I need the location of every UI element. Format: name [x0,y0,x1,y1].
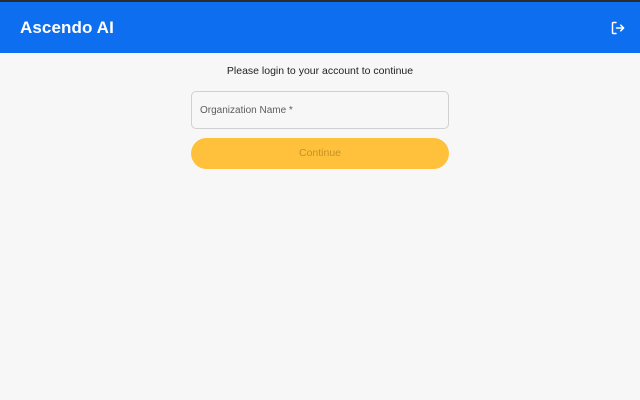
login-form-area: Please login to your account to continue… [0,53,640,400]
organization-name-input[interactable] [200,104,440,116]
login-prompt: Please login to your account to continue [226,65,414,77]
app-title: Ascendo AI [20,17,114,37]
continue-button[interactable]: Continue [191,138,449,169]
logout-button[interactable] [608,18,628,38]
logout-icon [611,21,625,34]
organization-name-field[interactable] [191,91,449,129]
login-page: Ascendo AI Please login to your account … [0,0,640,400]
app-header: Ascendo AI [0,2,640,53]
